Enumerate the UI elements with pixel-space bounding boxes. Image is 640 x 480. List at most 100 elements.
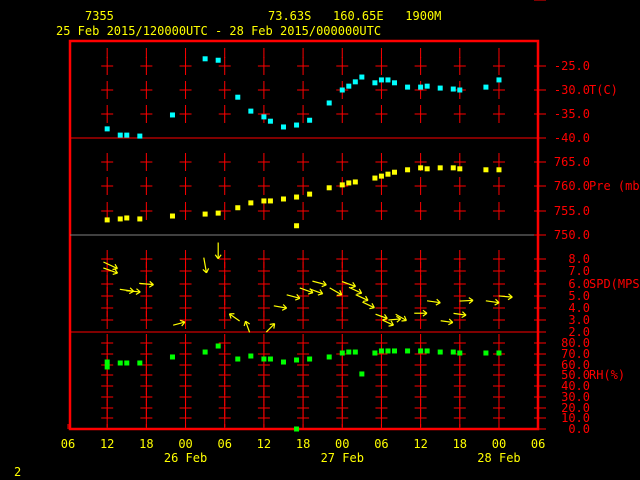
temperature-point xyxy=(450,86,456,92)
relative_humidity-point xyxy=(267,356,273,362)
x-axis-tick-label: 12 xyxy=(413,437,427,451)
relative_humidity-point xyxy=(280,359,286,365)
relative_humidity-point xyxy=(169,354,175,360)
temperature-point xyxy=(267,118,273,124)
temperature-point xyxy=(326,100,332,106)
wind-arrow xyxy=(273,304,288,311)
temperature-point xyxy=(202,56,208,62)
pressure-point xyxy=(235,205,241,211)
relative_humidity-point xyxy=(248,353,254,359)
relative_humidity-point xyxy=(424,348,430,354)
page-number: 2 xyxy=(14,465,21,479)
wind-arrow-head xyxy=(369,307,375,310)
wind-arrow-head xyxy=(435,302,441,306)
x-axis-tick-label: 18 xyxy=(296,437,310,451)
wind-arrow-head xyxy=(317,293,323,296)
pressure-point xyxy=(307,191,313,197)
right-axis-tick-label: 750.0 xyxy=(554,228,590,242)
wind-arrow xyxy=(214,242,222,260)
x-axis-tick-label: 12 xyxy=(257,437,271,451)
wind-arrow-head xyxy=(321,284,327,288)
pressure-point xyxy=(117,216,123,222)
temperature-point xyxy=(124,132,130,138)
temperature-point xyxy=(424,83,430,89)
relative_humidity-point xyxy=(235,356,241,362)
pressure-point xyxy=(385,171,391,177)
pressure-point xyxy=(424,166,430,172)
relative_humidity-point xyxy=(294,426,300,432)
wind-arrow-head xyxy=(350,285,356,289)
temperature-point xyxy=(418,84,424,90)
wind-arrow-head xyxy=(205,268,210,274)
wind-arrow xyxy=(388,315,402,323)
pressure-point xyxy=(392,169,397,175)
temperature-point xyxy=(248,108,254,114)
wind-arrow-head xyxy=(307,292,314,295)
wind-arrow xyxy=(173,319,186,327)
wind-arrow-head xyxy=(494,302,500,306)
pressure-point xyxy=(378,173,384,179)
x-axis-date-label: 26 Feb xyxy=(164,451,207,465)
relative_humidity-point xyxy=(307,356,313,362)
relative_humidity-point xyxy=(483,350,489,356)
wind-arrow-head xyxy=(179,319,186,323)
wind-arrow-shaft xyxy=(459,299,474,302)
time-period: 25 Feb 2015/120000UTC - 28 Feb 2015/0000… xyxy=(56,24,381,38)
temperature-point xyxy=(496,77,502,83)
wind-arrow-head xyxy=(448,321,454,326)
wind-arrow-head xyxy=(269,323,275,326)
wind-arrow xyxy=(329,287,343,296)
wind-arrow xyxy=(341,281,357,289)
temperature-point xyxy=(117,132,123,138)
pressure-point xyxy=(405,167,411,173)
temperature-point xyxy=(261,114,267,120)
temperature-point xyxy=(372,80,378,86)
x-axis-date-label: 28 Feb xyxy=(477,451,520,465)
right-axis-tick-label: 1.0 xyxy=(568,0,590,3)
pressure-point xyxy=(483,167,489,173)
wind-arrow-head xyxy=(401,319,407,322)
pressure-point xyxy=(437,165,443,171)
x-axis-tick-label: 00 xyxy=(335,437,349,451)
temperature-point xyxy=(104,126,110,132)
relative_humidity-point xyxy=(352,349,358,355)
wind-arrow-head xyxy=(336,294,342,296)
temperature-point xyxy=(169,112,175,118)
pressure-point xyxy=(215,210,221,216)
x-axis-date-label: 27 Feb xyxy=(321,451,364,465)
right-axis-tick-label: -30.0 xyxy=(554,83,590,97)
station-id: 7355 xyxy=(85,9,114,23)
wind-arrow-head xyxy=(356,292,362,295)
pressure-point xyxy=(457,166,463,172)
right-axis-tick-label: 760.0 xyxy=(554,179,590,193)
pressure-point xyxy=(294,223,300,229)
wind-arrow xyxy=(498,293,513,301)
relative_humidity-point xyxy=(457,350,463,356)
x-axis-tick-label: 12 xyxy=(100,437,114,451)
x-axis-tick-label: 06 xyxy=(217,437,231,451)
panel-label-pressure: Pre (mb) xyxy=(589,179,640,193)
pressure-point xyxy=(261,198,267,204)
wind-arrow xyxy=(348,286,363,295)
right-axis-tick-label: 765.0 xyxy=(554,155,590,169)
right-axis-tick-label: -40.0 xyxy=(554,131,590,145)
relative_humidity-point xyxy=(294,357,300,363)
relative_humidity-point xyxy=(137,360,143,366)
wind-arrow-head xyxy=(461,314,467,319)
relative_humidity-point xyxy=(261,356,267,362)
temperature-point xyxy=(235,94,241,100)
relative_humidity-point xyxy=(104,359,110,365)
relative_humidity-point xyxy=(346,349,352,355)
temperature-point xyxy=(405,84,411,90)
relative_humidity-point xyxy=(326,354,332,360)
pressure-point xyxy=(202,211,208,217)
temperature-point xyxy=(378,77,384,83)
right-axis-tick-label: -35.0 xyxy=(554,107,590,121)
relative_humidity-point xyxy=(104,364,110,370)
temperature-point xyxy=(392,80,397,86)
wind-arrow xyxy=(426,298,441,306)
relative_humidity-point xyxy=(405,348,411,354)
relative_humidity-point xyxy=(450,349,456,355)
relative_humidity-point xyxy=(418,348,424,354)
temperature-point xyxy=(294,122,300,128)
